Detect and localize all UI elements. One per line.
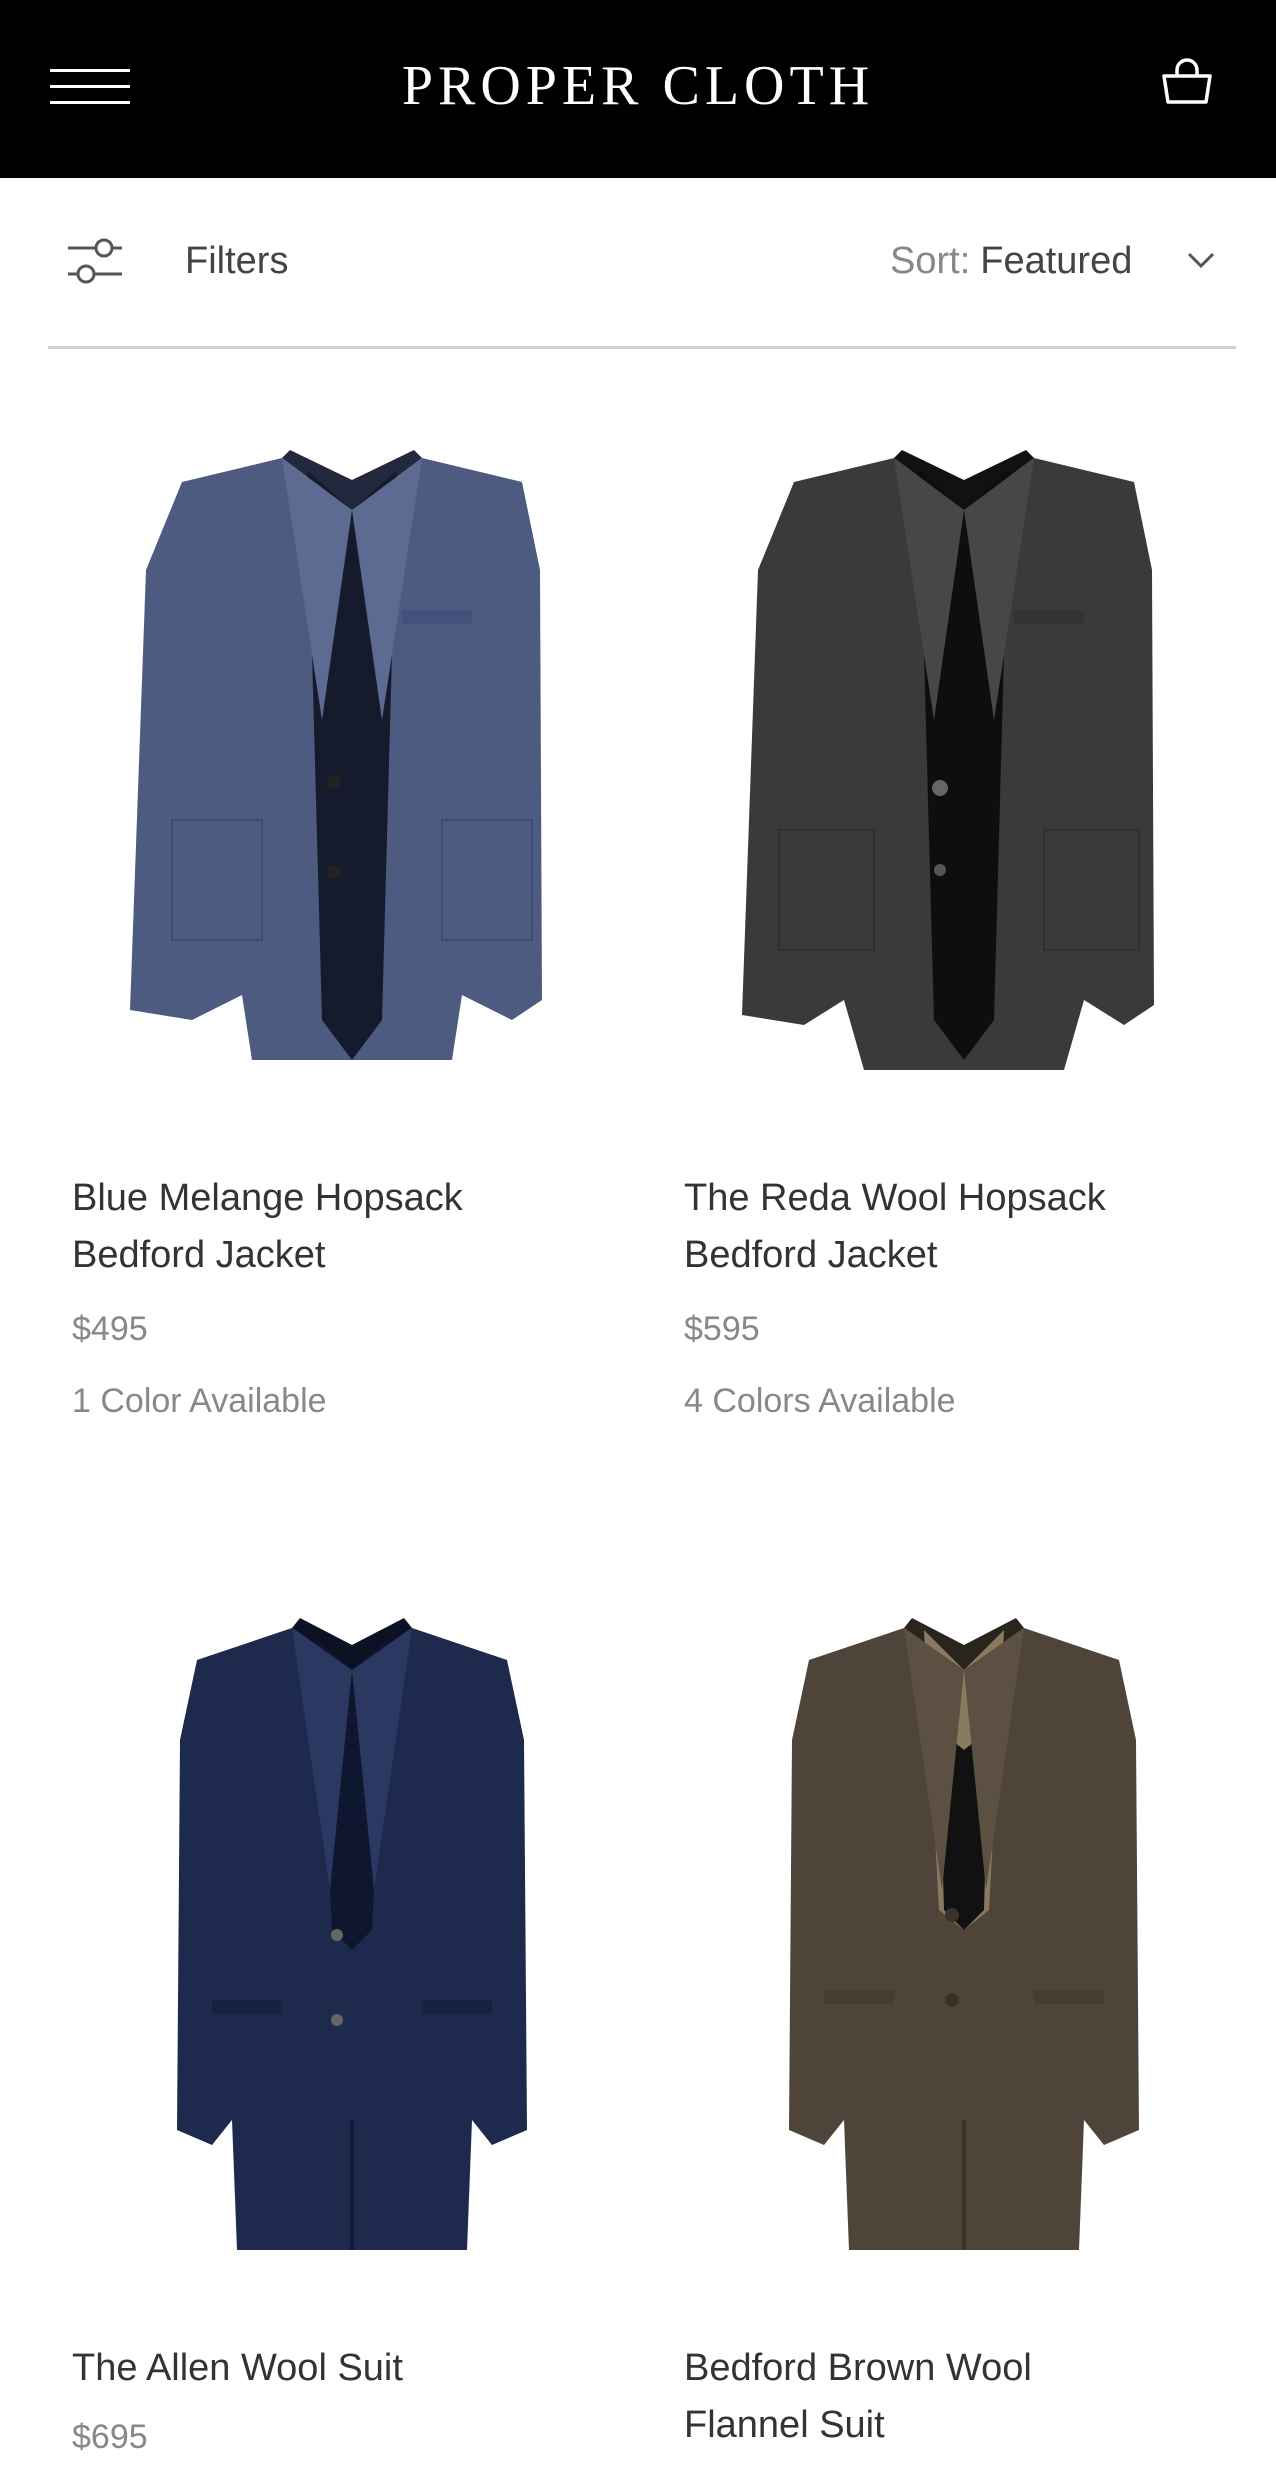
product-name[interactable]: Bedford Brown Wool Flannel Suit <box>684 2340 1244 2454</box>
product-name-line: Bedford Brown Wool <box>684 2347 1032 2389</box>
product-name[interactable]: Blue Melange Hopsack Bedford Jacket <box>72 1170 632 1284</box>
product-image[interactable] <box>72 420 632 1080</box>
sliders-icon[interactable] <box>66 234 126 286</box>
sort-label: Sort: <box>890 240 971 282</box>
toolbar-divider <box>48 346 1236 349</box>
product-name-line: Bedford Jacket <box>72 1234 326 1276</box>
product-price: $695 <box>72 2418 148 2456</box>
product-name[interactable]: The Allen Wool Suit <box>72 2340 632 2397</box>
chevron-down-icon[interactable] <box>1186 250 1216 270</box>
filters-button[interactable]: Filters <box>185 240 288 283</box>
brand-logo[interactable]: PROPER CLOTH <box>0 54 1276 118</box>
color-availability[interactable]: 1 Color Available <box>72 1382 327 1421</box>
brand-name: PROPER CLOTH <box>401 55 875 117</box>
product-name-line: The Reda Wool Hopsack <box>684 1177 1106 1219</box>
product-card[interactable]: Bedford Brown Wool Flannel Suit <box>684 1590 1244 2481</box>
product-card[interactable]: The Reda Wool Hopsack Bedford Jacket $59… <box>684 420 1244 1420</box>
shopping-bag-icon[interactable] <box>1160 58 1214 108</box>
sort-value: Featured <box>980 240 1133 282</box>
product-name-line: Bedford Jacket <box>684 1234 938 1276</box>
product-card[interactable]: Blue Melange Hopsack Bedford Jacket $495… <box>72 420 632 1420</box>
product-name[interactable]: The Reda Wool Hopsack Bedford Jacket <box>684 1170 1244 1284</box>
sort-dropdown[interactable]: Sort: Featured <box>890 240 1132 283</box>
product-image[interactable] <box>72 1590 632 2250</box>
product-image[interactable] <box>684 420 1244 1080</box>
product-image[interactable] <box>684 1590 1244 2250</box>
product-price: $495 <box>72 1310 148 1348</box>
product-card[interactable]: The Allen Wool Suit $695 <box>72 1590 632 2481</box>
product-name-line: Blue Melange Hopsack <box>72 1177 463 1219</box>
product-price: $595 <box>684 1310 760 1348</box>
listing-toolbar: Filters Sort: Featured <box>0 178 1276 348</box>
product-name-line: Flannel Suit <box>684 2404 885 2446</box>
product-name-line: The Allen Wool Suit <box>72 2347 403 2389</box>
color-availability[interactable]: 4 Colors Available <box>684 1382 956 1421</box>
top-navigation-bar: PROPER CLOTH <box>0 0 1276 178</box>
